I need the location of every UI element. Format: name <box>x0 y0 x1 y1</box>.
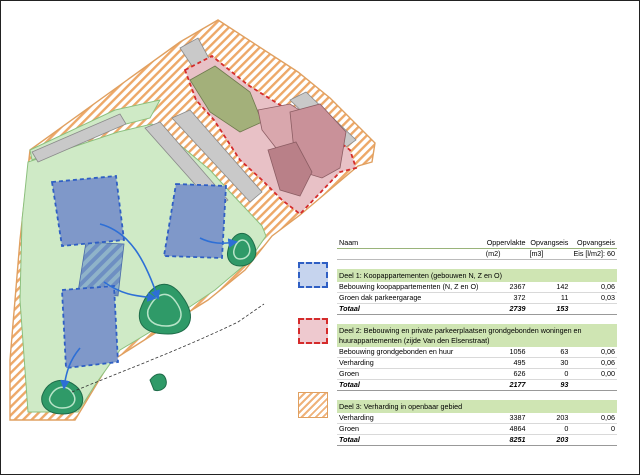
col-volume-header: Opvangseis <box>527 236 571 249</box>
legend-swatch-deel-2 <box>298 318 328 344</box>
unit-volume: [m3] <box>527 248 571 260</box>
building-o <box>162 183 227 259</box>
unit-area: (m2) <box>483 248 528 260</box>
table-units-row: (m2) [m3] Eis [l/m2]: 60 <box>337 248 617 260</box>
table-row: Bebouwing koopappartementen (N, Z en O) … <box>337 282 617 293</box>
table-row: Groen 4864 0 0 <box>337 423 617 435</box>
legend-swatch-deel-3 <box>298 392 328 418</box>
water-storage-table: Naam Oppervlakte Opvangseis Opvangseis (… <box>337 236 617 446</box>
col-area-header: Oppervlakte <box>483 236 528 249</box>
table-row: Bebouwing grondgebonden en huur 1056 63 … <box>337 347 617 358</box>
building-n <box>50 175 126 247</box>
section-title-deel-3: Deel 3: Verharding in openbaar gebied <box>337 399 617 413</box>
section-title-deel-2: Deel 2: Bebouwing en private parkeerplaa… <box>337 323 617 347</box>
table-row: Verharding 3387 203 0,06 <box>337 413 617 424</box>
total-row: Totaal 8251 203 <box>337 434 617 446</box>
table-row: Groen 626 0 0,00 <box>337 368 617 380</box>
table-row: Groen dak parkeergarage 372 11 0,03 <box>337 292 617 304</box>
table-row: Verharding 495 30 0,06 <box>337 357 617 369</box>
col-name-header: Naam <box>337 236 484 249</box>
unit-req: Eis [l/m2]: 60 <box>570 248 617 260</box>
col-req-header: Opvangseis <box>570 236 617 249</box>
legend-swatch-deel-1 <box>298 262 328 288</box>
building-z <box>61 285 119 370</box>
section-title-deel-1: Deel 1: Koopappartementen (gebouwen N, Z… <box>337 268 617 282</box>
total-row: Totaal 2739 153 <box>337 303 617 315</box>
total-row: Totaal 2177 93 <box>337 379 617 391</box>
table-header-row: Naam Oppervlakte Opvangseis Opvangseis <box>337 236 617 249</box>
